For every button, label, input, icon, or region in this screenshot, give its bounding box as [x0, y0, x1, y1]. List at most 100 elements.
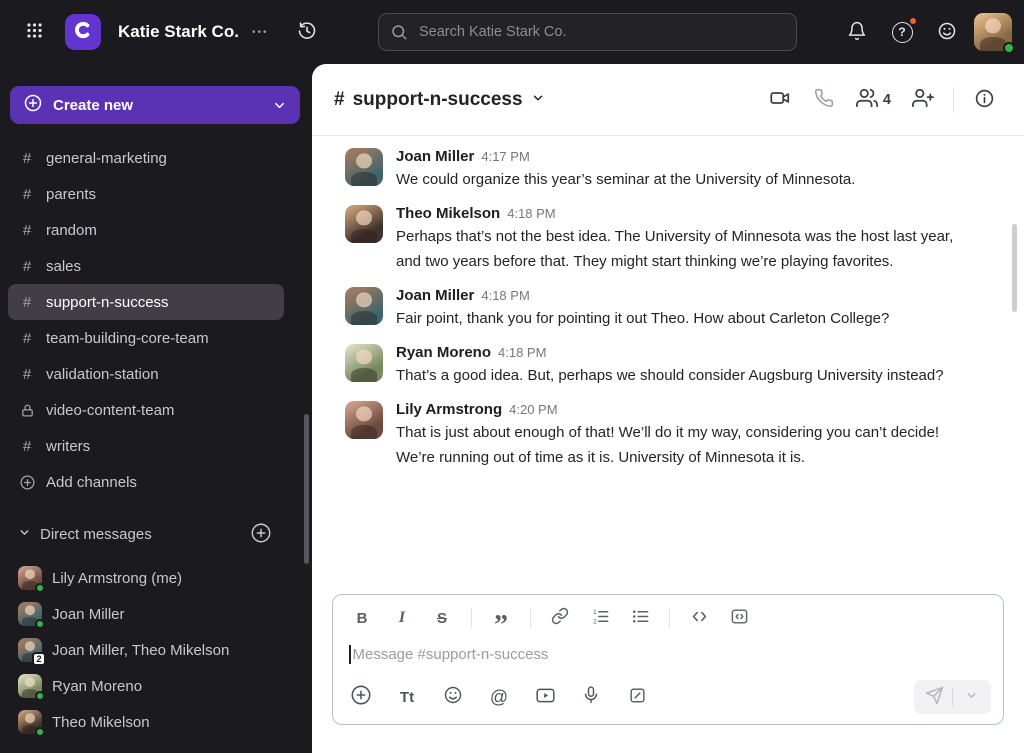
sidebar-item-video-content-team[interactable]: video-content-team	[8, 392, 284, 428]
avatar: 2	[18, 638, 46, 666]
draw-canvas-icon	[628, 686, 647, 709]
channel-actions: 4	[762, 81, 1002, 119]
audio-message-button[interactable]	[575, 681, 607, 713]
dm-item-joan-miller-theo-mikelson[interactable]: 2 Joan Miller, Theo Mikelson	[8, 632, 284, 668]
notifications-button[interactable]	[839, 14, 875, 50]
user-avatar[interactable]	[974, 13, 1015, 54]
message-author[interactable]: Ryan Moreno	[396, 344, 491, 361]
chat-scrollbar[interactable]	[1012, 224, 1017, 312]
channel-title[interactable]: # support-n-success	[334, 89, 545, 111]
bold-button[interactable]: B	[345, 603, 379, 633]
sidebar-item-support-n-success[interactable]: # support-n-success	[8, 284, 284, 320]
dm-name: Joan Miller	[52, 605, 125, 623]
dm-item-joan-miller[interactable]: Joan Miller	[8, 596, 284, 632]
sidebar-item-general-marketing[interactable]: # general-marketing	[8, 140, 284, 176]
message-author[interactable]: Joan Miller	[396, 148, 474, 165]
history-icon	[297, 21, 317, 44]
create-new-button[interactable]: Create new	[10, 86, 300, 124]
send-options-button[interactable]	[953, 683, 989, 711]
message-author[interactable]: Joan Miller	[396, 287, 474, 304]
add-channels-label: Add channels	[46, 473, 137, 491]
search-input[interactable]	[378, 13, 797, 51]
text-format-icon: Tt	[399, 688, 415, 706]
new-dm-button[interactable]	[248, 521, 274, 547]
message-author[interactable]: Lily Armstrong	[396, 401, 502, 418]
link-button[interactable]	[543, 603, 577, 633]
avatar[interactable]	[345, 401, 383, 439]
mention-button[interactable]: @	[483, 681, 515, 713]
code-block-button[interactable]	[722, 603, 756, 633]
bell-icon	[847, 21, 867, 44]
plus-circle-icon	[350, 684, 372, 710]
sidebar-item-team-building-core-team[interactable]: # team-building-core-team	[8, 320, 284, 356]
chevron-down-icon	[965, 689, 978, 705]
add-channels-button[interactable]: Add channels	[8, 464, 284, 500]
smiley-icon	[443, 685, 463, 709]
message-row: Joan Miller 4:17 PM We could organize th…	[345, 148, 960, 192]
hash-icon: #	[334, 88, 345, 110]
code-icon	[690, 607, 709, 630]
plus-circle-icon	[18, 474, 36, 491]
app-grid-button[interactable]	[16, 14, 52, 50]
message-timestamp: 4:17 PM	[481, 149, 530, 164]
message-row: Ryan Moreno 4:18 PM That’s a good idea. …	[345, 344, 960, 388]
help-button[interactable]: ?	[884, 14, 920, 50]
top-bar-left: Katie Stark Co. •••	[0, 14, 325, 50]
attach-button[interactable]	[345, 681, 377, 713]
avatar[interactable]	[345, 148, 383, 186]
phone-call-button[interactable]	[806, 82, 842, 118]
sidebar-scrollbar[interactable]	[304, 414, 309, 564]
emoji-button[interactable]	[437, 681, 469, 713]
quote-button[interactable]: ”	[484, 603, 518, 640]
history-button[interactable]	[289, 14, 325, 50]
chevron-down-icon	[531, 89, 545, 111]
app-logo[interactable]	[65, 14, 101, 50]
ordered-list-icon: 12	[591, 607, 610, 630]
italic-button[interactable]: I	[385, 603, 419, 633]
info-icon	[974, 88, 995, 112]
channel-name: general-marketing	[46, 149, 167, 167]
dm-item-ryan-moreno[interactable]: Ryan Moreno	[8, 668, 284, 704]
avatar[interactable]	[345, 344, 383, 382]
plus-circle-icon	[23, 93, 43, 117]
dm-item-theo-mikelson[interactable]: Theo Mikelson	[8, 704, 284, 740]
message-input[interactable]: Message #support-n-success	[333, 633, 1003, 676]
bullet-list-button[interactable]	[623, 603, 657, 633]
members-button[interactable]: 4	[850, 81, 897, 119]
top-bar: Katie Stark Co. ••• ?	[0, 0, 1024, 64]
send-button[interactable]	[916, 683, 952, 711]
sidebar-item-random[interactable]: # random	[8, 212, 284, 248]
message-text: Fair point, thank you for pointing it ou…	[396, 310, 890, 327]
ordered-list-button[interactable]: 12	[583, 603, 617, 633]
video-call-button[interactable]	[762, 82, 798, 118]
inline-code-button[interactable]	[682, 603, 716, 633]
add-person-icon	[912, 87, 934, 112]
online-status-dot	[35, 583, 45, 593]
workspace-name[interactable]: Katie Stark Co.	[118, 22, 239, 42]
status-emoji-button[interactable]	[929, 14, 965, 50]
sidebar-item-parents[interactable]: # parents	[8, 176, 284, 212]
hash-icon: #	[22, 437, 32, 455]
avatar[interactable]	[345, 205, 383, 243]
add-member-button[interactable]	[905, 82, 941, 118]
sidebar-item-validation-station[interactable]: # validation-station	[8, 356, 284, 392]
sidebar-item-sales[interactable]: # sales	[8, 248, 284, 284]
hash-icon: #	[22, 185, 32, 203]
divider	[953, 86, 954, 113]
canvas-button[interactable]	[621, 681, 653, 713]
channel-name: validation-station	[46, 365, 159, 383]
video-message-button[interactable]	[529, 681, 561, 713]
workspace-menu-button[interactable]: •••	[252, 27, 269, 38]
sidebar-item-writers[interactable]: # writers	[8, 428, 284, 464]
text-format-button[interactable]: Tt	[391, 681, 423, 713]
hash-icon: #	[22, 257, 32, 275]
microphone-icon	[581, 685, 601, 709]
channel-info-button[interactable]	[966, 82, 1002, 118]
svg-text:2: 2	[592, 618, 596, 625]
text-cursor	[349, 645, 351, 664]
dm-section-header[interactable]: Direct messages	[8, 516, 284, 552]
strikethrough-button[interactable]: S	[425, 603, 459, 633]
dm-item-lily-armstrong[interactable]: Lily Armstrong (me)	[8, 560, 284, 596]
avatar[interactable]	[345, 287, 383, 325]
message-author[interactable]: Theo Mikelson	[396, 205, 500, 222]
